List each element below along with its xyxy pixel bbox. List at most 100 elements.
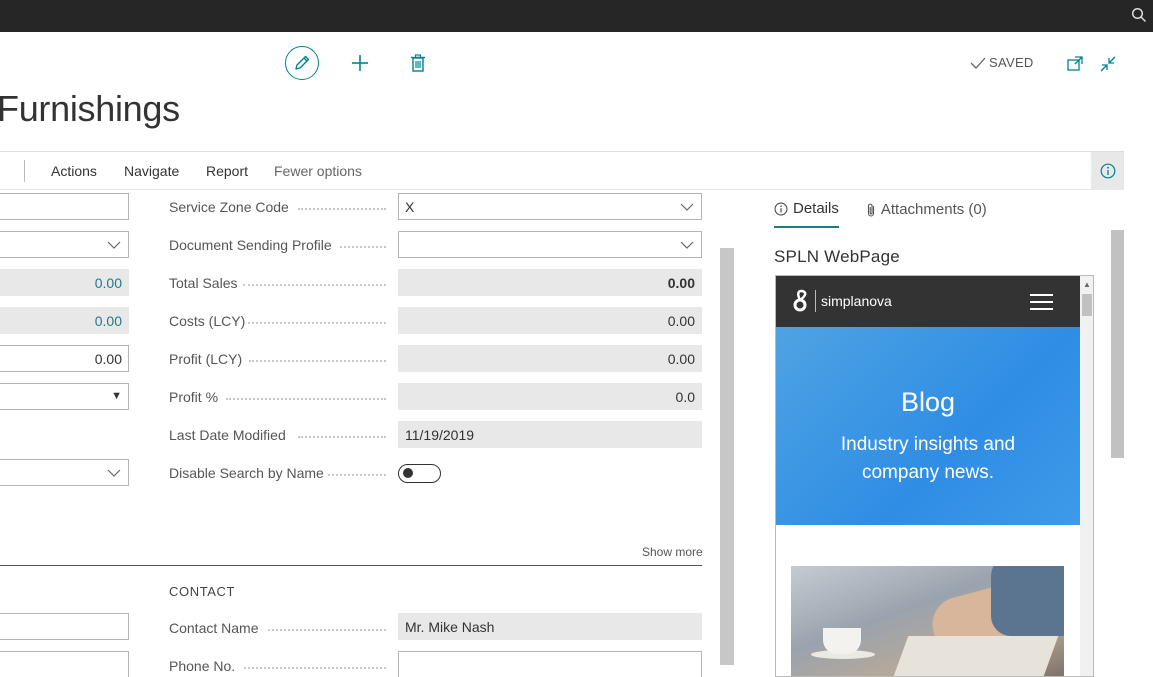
left-field-4-value: 0.00 — [94, 312, 122, 329]
chevron-down-icon[interactable] — [107, 240, 121, 250]
phone-no-label: Phone No. — [169, 658, 236, 674]
top-bar — [0, 0, 1153, 32]
left-contact-field-2[interactable] — [0, 651, 129, 677]
chevron-down-icon[interactable] — [680, 240, 694, 250]
left-field-4[interactable]: 0.00 — [0, 307, 129, 334]
left-field-5[interactable]: 0.00 — [0, 345, 129, 372]
action-bar: Actions Navigate Report Fewer options — [0, 151, 1124, 190]
leader-dots — [298, 436, 386, 438]
last-date-modified-field[interactable]: 11/19/2019 — [398, 421, 702, 448]
tab-details-label: Details — [793, 200, 839, 217]
info-icon — [774, 202, 788, 215]
tab-attachments[interactable]: Attachments (0) — [866, 200, 987, 228]
document-sending-profile-field[interactable] — [398, 231, 702, 258]
delete-icon — [411, 54, 425, 72]
left-field-6[interactable]: ▼ — [0, 383, 129, 410]
menu-line — [1030, 301, 1053, 303]
edit-button[interactable] — [285, 46, 319, 80]
factbox-tabs: Details Attachments (0) — [774, 200, 987, 228]
profit-percent-field[interactable]: 0.0 — [398, 383, 702, 410]
web-header: simplanova — [776, 276, 1080, 327]
menu-line — [1030, 308, 1053, 310]
tab-details[interactable]: Details — [774, 200, 839, 228]
contact-name-value: Mr. Mike Nash — [405, 618, 495, 635]
fewer-options-link[interactable]: Fewer options — [274, 163, 362, 179]
costs-lcy-value: 0.00 — [667, 312, 695, 329]
logo-text: simplanova — [821, 293, 892, 309]
info-icon — [1100, 163, 1115, 179]
blog-photo[interactable] — [791, 566, 1064, 676]
dropdown-arrow-icon[interactable]: ▼ — [111, 390, 122, 402]
hero-title: Blog — [900, 387, 956, 417]
web-scrollbar[interactable] — [1080, 276, 1093, 676]
photo-notebook — [893, 636, 1059, 676]
left-field-1[interactable] — [0, 193, 129, 220]
new-button[interactable] — [349, 52, 371, 74]
actions-menu[interactable]: Actions — [51, 163, 97, 179]
costs-lcy-label: Costs (LCY) — [169, 313, 246, 329]
left-field-5-value: 0.00 — [94, 350, 122, 367]
chevron-down-icon[interactable] — [107, 468, 121, 478]
profit-lcy-label: Profit (LCY) — [169, 351, 243, 367]
leader-dots — [268, 629, 386, 631]
service-zone-code-value: X — [405, 198, 415, 215]
leader-dots — [340, 246, 386, 248]
factbox-toggle-button[interactable] — [1091, 152, 1124, 190]
left-field-8[interactable] — [0, 459, 129, 486]
main-scrollbar-thumb[interactable] — [720, 248, 734, 665]
contact-name-label: Contact Name — [169, 620, 259, 636]
last-date-modified-value: 11/19/2019 — [405, 426, 475, 443]
factbox-scrollbar-thumb[interactable] — [1111, 230, 1124, 458]
document-sending-profile-label: Document Sending Profile — [169, 237, 332, 253]
simplanova-logo[interactable]: simplanova — [792, 289, 892, 313]
menu-icon[interactable] — [1030, 294, 1053, 310]
collapse-icon[interactable] — [1099, 55, 1117, 73]
web-hero-banner: Blog Industry insights and company news. — [776, 327, 1080, 525]
contact-section-title: CONTACT — [169, 584, 236, 599]
costs-lcy-field[interactable]: 0.00 — [398, 307, 702, 334]
paperclip-icon — [867, 203, 874, 217]
menu-line — [1030, 294, 1053, 296]
profit-percent-label: Profit % — [169, 389, 219, 405]
scroll-up-arrow-icon[interactable]: ▲ — [1083, 280, 1091, 289]
show-more-link[interactable]: Show more — [642, 545, 703, 559]
leader-dots — [243, 284, 386, 286]
last-date-modified-label: Last Date Modified — [169, 427, 286, 443]
chevron-down-icon[interactable] — [680, 202, 694, 212]
saved-label: SAVED — [989, 55, 1034, 70]
profit-lcy-field[interactable]: 0.00 — [398, 345, 702, 372]
saved-status: SAVED — [970, 55, 1034, 70]
web-scrollbar-thumb[interactable] — [1082, 294, 1092, 316]
plus-icon — [352, 55, 368, 71]
profit-percent-value: 0.0 — [675, 388, 695, 405]
page-title: Furnishings — [0, 88, 180, 129]
leader-dots — [298, 208, 386, 210]
total-sales-label: Total Sales — [169, 275, 238, 291]
left-contact-field-1[interactable] — [0, 613, 129, 640]
delete-button[interactable] — [408, 52, 428, 74]
photo-sleeve — [991, 566, 1064, 636]
phone-no-field[interactable] — [398, 651, 702, 677]
search-icon[interactable] — [1131, 7, 1147, 23]
total-sales-field[interactable]: 0.00 — [398, 269, 702, 296]
service-zone-code-field[interactable]: X — [398, 193, 702, 220]
leader-dots — [249, 360, 386, 362]
disable-search-by-name-toggle[interactable] — [398, 464, 441, 483]
leader-dots — [244, 667, 386, 669]
report-menu[interactable]: Report — [206, 163, 248, 179]
disable-search-by-name-label: Disable Search by Name — [169, 465, 324, 481]
navigate-menu[interactable]: Navigate — [124, 163, 179, 179]
total-sales-value: 0.00 — [667, 274, 695, 291]
logo-divider — [815, 290, 816, 312]
leader-dots — [248, 322, 386, 324]
left-field-3[interactable]: 0.00 — [0, 269, 129, 296]
section-divider — [0, 565, 702, 566]
service-zone-code-label: Service Zone Code — [169, 199, 289, 215]
webpage-frame[interactable]: simplanova Blog Industry insights and co… — [775, 275, 1094, 677]
profit-lcy-value: 0.00 — [667, 350, 695, 367]
popout-icon[interactable] — [1066, 55, 1084, 73]
contact-name-field[interactable]: Mr. Mike Nash — [398, 613, 702, 640]
left-field-2[interactable] — [0, 231, 129, 258]
logo-mark-icon — [793, 289, 807, 312]
factbox-heading: SPLN WebPage — [774, 247, 900, 266]
